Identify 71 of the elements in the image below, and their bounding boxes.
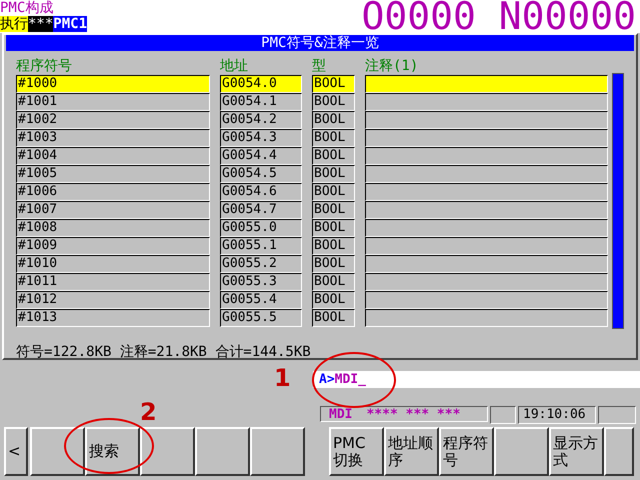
table-cell: BOOL [312, 183, 355, 201]
table-cell: G0054.7 [220, 201, 302, 219]
status-indicator: *** [28, 16, 54, 32]
table-cell: BOOL [312, 309, 355, 327]
table-cell: BOOL [312, 93, 355, 111]
mode-indicator: 执行 [0, 16, 28, 32]
table-cell: BOOL [312, 129, 355, 147]
table-cell: G0055.3 [220, 273, 302, 291]
table-cell: BOOL [312, 111, 355, 129]
table-cell: #1000 [16, 75, 210, 93]
annotation-number: 1 [274, 364, 291, 392]
column-header: 地址 [220, 57, 249, 75]
blank-soft-key[interactable] [140, 427, 195, 476]
panel-title: PMC符号&注释一览 [6, 35, 634, 51]
table-cell: BOOL [312, 237, 355, 255]
table-cell: G0055.2 [220, 255, 302, 273]
table-cell: #1001 [16, 93, 210, 111]
table-cell: G0054.5 [220, 165, 302, 183]
path-indicator: PMC1 [53, 16, 88, 32]
table-cell: #1012 [16, 291, 210, 309]
soft-key[interactable]: 地址顺序 [384, 427, 439, 476]
annotation-number: 2 [140, 398, 157, 426]
next-page-key[interactable] [604, 427, 634, 476]
previous-page-key[interactable]: < [4, 427, 28, 476]
status-field [598, 406, 636, 424]
soft-key[interactable]: 显示方式 [549, 427, 604, 476]
table-cell: G0054.1 [220, 93, 302, 111]
soft-key[interactable]: 程序符号 [439, 427, 494, 476]
table-cell: BOOL [312, 291, 355, 309]
table-cell: BOOL [312, 201, 355, 219]
table-cell: BOOL [312, 273, 355, 291]
table-cell: #1011 [16, 273, 210, 291]
table-cell: BOOL [312, 75, 355, 93]
table-cell: BOOL [312, 165, 355, 183]
table-cell: BOOL [312, 219, 355, 237]
mode-status: MDI **** *** *** [320, 406, 488, 422]
table-cell: G0055.5 [220, 309, 302, 327]
table-cell: G0054.4 [220, 147, 302, 165]
soft-key[interactable]: 搜索 [85, 427, 140, 476]
table-cell: G0055.4 [220, 291, 302, 309]
table-cell: G0055.1 [220, 237, 302, 255]
status-field [490, 406, 516, 424]
column-header: 程序符号 [16, 57, 73, 75]
table-cell: #1009 [16, 237, 210, 255]
blank-soft-key[interactable] [494, 427, 549, 476]
memory-summary: 符号=122.8KB 注释=21.8KB 合计=144.5KB [15, 343, 312, 361]
table-cell: #1013 [16, 309, 210, 327]
table-cell: #1006 [16, 183, 210, 201]
blank-soft-key[interactable] [195, 427, 250, 476]
table-cell: BOOL [312, 255, 355, 273]
table-cell: #1005 [16, 165, 210, 183]
table-cell: G0054.6 [220, 183, 302, 201]
table-cell: G0055.0 [220, 219, 302, 237]
screen-title: PMC构成 [0, 0, 54, 16]
blank-soft-key[interactable] [250, 427, 305, 476]
column-header: 型 [312, 57, 327, 75]
clock: 19:10:06 [518, 406, 596, 424]
table-cell: #1003 [16, 129, 210, 147]
table-cell: #1007 [16, 201, 210, 219]
soft-key[interactable]: PMC 切换 [329, 427, 384, 476]
table-cell: #1002 [16, 111, 210, 129]
table-cell: #1008 [16, 219, 210, 237]
column-header: 注释(1) [365, 57, 420, 75]
table-cell: #1010 [16, 255, 210, 273]
table-cell: G0054.0 [220, 75, 302, 93]
program-number: O0000 N00000 [361, 0, 637, 33]
table-cell: G0054.3 [220, 129, 302, 147]
blank-soft-key[interactable] [30, 427, 85, 476]
table-cell: #1004 [16, 147, 210, 165]
table-cell: G0054.2 [220, 111, 302, 129]
table-cell: BOOL [312, 147, 355, 165]
